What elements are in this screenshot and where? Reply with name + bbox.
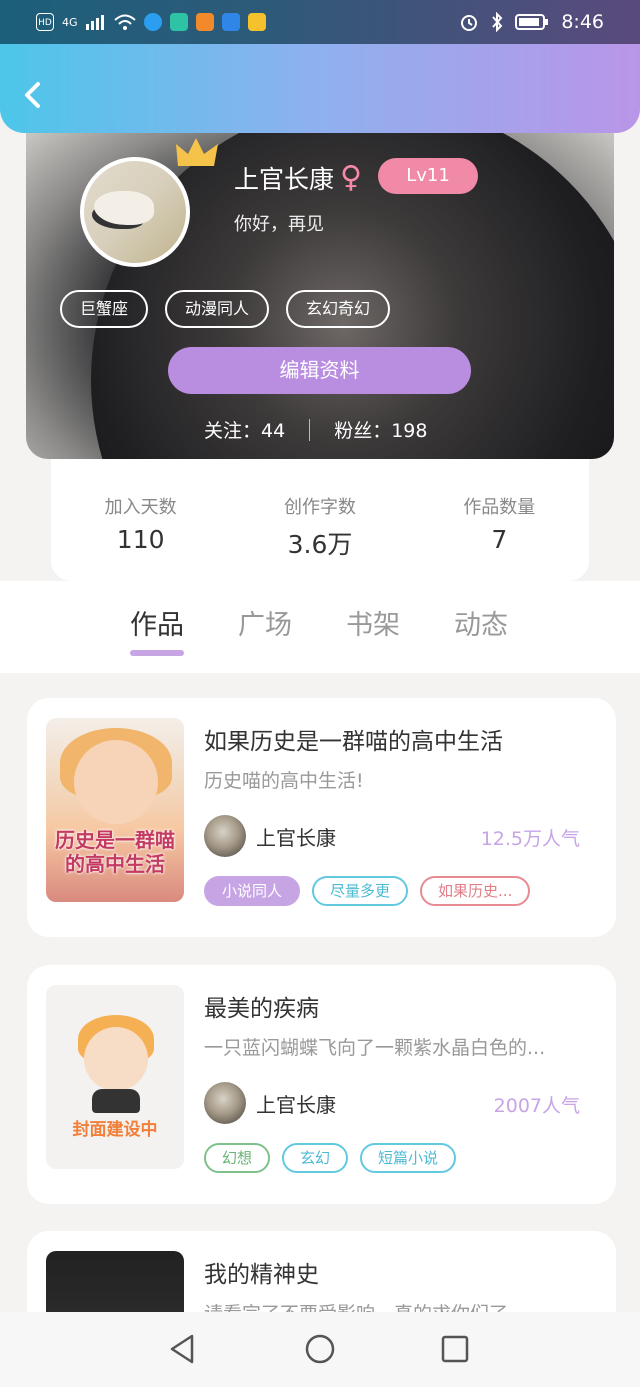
cover-placeholder-text: 封面建设中 [72,1120,158,1140]
work-description: 历史喵的高中生活! [204,770,364,792]
network-type: 4G [62,15,78,29]
work-title[interactable]: 最美的疾病 [204,989,319,1023]
nav-home-icon[interactable] [303,1332,337,1366]
author-avatar [204,815,246,857]
stat-label: 创作字数 [283,497,356,518]
profile-tag[interactable]: 巨蟹座 [60,290,149,328]
profile-banner: 上官长康 ♀ Lv11 你好，再见 巨蟹座 动漫同人 玄幻奇幻 编辑资料 关注：… [26,120,614,459]
stat-value: 110 [116,525,165,554]
popularity: 2007人气 [493,1095,580,1117]
work-author[interactable]: 上官长康 [204,1082,336,1124]
crown-icon [176,138,218,166]
work-title[interactable]: 如果历史是一群喵的高中生活 [204,722,503,756]
app-icon [169,13,188,31]
author-avatar [204,1082,246,1124]
tab-bookshelf[interactable]: 书架 [346,603,400,642]
cover-illustration-face [74,740,158,824]
profile-tag[interactable]: 动漫同人 [165,290,270,328]
follow-stats: 关注：44 粉丝：198 [204,416,427,443]
nav-recents-icon[interactable] [438,1332,472,1366]
battery-icon [515,14,549,30]
stat-works-count: 作品数量 7 [410,459,589,581]
tab-works[interactable]: 作品 [130,603,184,656]
signature: 你好，再见 [234,214,324,235]
back-button[interactable] [18,78,48,112]
stat-label: 作品数量 [463,497,536,518]
user-name: 上官长康 ♀ [234,160,362,196]
following-count[interactable]: 关注：44 [204,416,285,443]
system-nav-bar [0,1312,640,1387]
bluetooth-icon [492,12,503,32]
status-time: 8:46 [561,11,604,33]
tab-bar: 作品 广场 书架 动态 [0,581,640,673]
stat-join-days: 加入天数 110 [51,459,230,581]
stats-card: 加入天数 110 创作字数 3.6万 作品数量 7 [51,459,589,581]
popularity: 12.5万人气 [480,828,580,850]
profile-tag[interactable]: 玄幻奇幻 [286,290,391,328]
work-author[interactable]: 上官长康 [204,815,336,857]
stat-word-count: 创作字数 3.6万 [230,459,409,581]
cover-title: 历史是一群喵的高中生活 [55,828,175,876]
user-name-text: 上官长康 [234,165,335,194]
work-tag[interactable]: 玄幻 [282,1143,349,1173]
stat-value: 3.6万 [287,530,353,559]
alarm-icon [461,15,478,31]
cover-illustration-face [84,1027,148,1091]
work-tags: 小说同人 尽量多更 如果历史... [204,876,531,906]
divider [309,418,311,441]
work-cover[interactable]: 封面建设中 [46,985,184,1169]
work-tag[interactable]: 短篇小说 [360,1143,457,1173]
work-tag[interactable]: 尽量多更 [312,876,409,906]
cover-illustration-body [92,1089,140,1113]
edit-profile-button[interactable]: 编辑资料 [168,347,471,394]
fans-count[interactable]: 粉丝：198 [334,416,427,443]
work-title[interactable]: 我的精神史 [204,1255,319,1289]
work-tag[interactable]: 幻想 [204,1143,271,1173]
work-description: 一只蓝闪蝴蝶飞向了一颗紫水晶白色的... [204,1037,546,1059]
signal-icon [85,15,104,30]
video-app-icon [195,13,214,31]
author-name: 上官长康 [256,1092,336,1117]
female-icon: ♀ [340,160,362,195]
work-tag[interactable]: 小说同人 [204,876,301,906]
profile-screen: HD 4G 8:46 上官长康 ♀ Lv11 你好，再见 巨蟹座 动漫同人 玄幻… [0,0,640,1387]
level-badge: Lv11 [378,158,478,194]
wifi-icon [113,14,136,30]
stat-value: 7 [491,525,508,554]
bulb-app-icon [221,13,240,31]
work-card[interactable]: 历史是一群喵的高中生活 如果历史是一群喵的高中生活 历史喵的高中生活! 上官长康… [27,698,616,937]
stat-label: 加入天数 [104,497,177,518]
work-card[interactable]: 封面建设中 最美的疾病 一只蓝闪蝴蝶飞向了一颗紫水晶白色的... 上官长康 20… [27,965,616,1204]
profile-tags: 巨蟹座 动漫同人 玄幻奇幻 [60,290,391,328]
author-name: 上官长康 [256,825,336,850]
tab-activity[interactable]: 动态 [454,603,508,642]
work-cover[interactable]: 历史是一群喵的高中生活 [46,718,184,902]
hd-icon: HD [36,13,54,31]
heart-app-icon [247,13,266,31]
status-bar: HD 4G 8:46 [0,0,640,44]
browser-icon [143,13,162,31]
tab-square[interactable]: 广场 [238,603,292,642]
work-tag[interactable]: 如果历史... [420,876,531,906]
work-tags: 幻想 玄幻 短篇小说 [204,1143,457,1173]
header-bar: HD 4G 8:46 [0,0,640,133]
nav-back-icon[interactable] [166,1332,200,1366]
avatar[interactable] [80,157,190,267]
chevron-left-icon [25,82,40,108]
